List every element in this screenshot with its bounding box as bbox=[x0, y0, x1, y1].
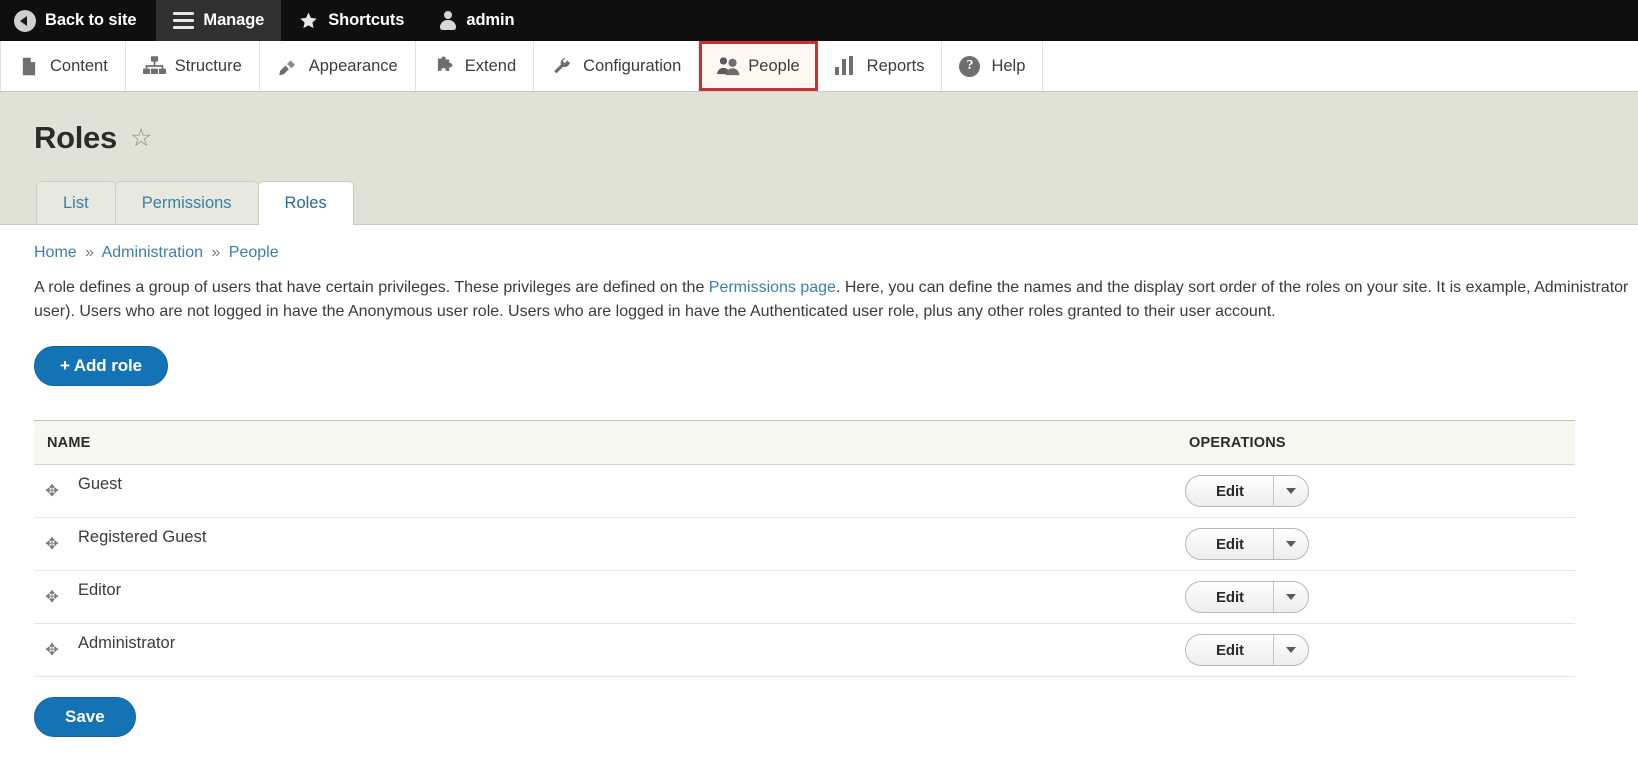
edit-button[interactable]: Edit bbox=[1186, 476, 1274, 506]
chevron-down-icon[interactable] bbox=[1274, 476, 1308, 506]
role-name-cell: ✥ Administrator bbox=[34, 624, 1185, 677]
admin-menu-item-help[interactable]: ? Help bbox=[942, 41, 1043, 91]
roles-table: NAME OPERATIONS ✥ Guest Edit bbox=[34, 420, 1575, 677]
drag-handle-icon[interactable]: ✥ bbox=[37, 640, 67, 660]
table-row: ✥ Editor Edit bbox=[34, 571, 1575, 624]
people-icon bbox=[716, 56, 738, 77]
admin-menu-item-content[interactable]: Content bbox=[0, 41, 126, 91]
table-row: ✥ Guest Edit bbox=[34, 465, 1575, 518]
admin-menu-label: Appearance bbox=[309, 57, 398, 76]
admin-menu-label: Structure bbox=[175, 57, 242, 76]
tab-roles[interactable]: Roles bbox=[258, 181, 354, 225]
role-name-cell: ✥ Guest bbox=[34, 465, 1185, 518]
table-row: ✥ Registered Guest Edit bbox=[34, 518, 1575, 571]
admin-menu-item-people[interactable]: People bbox=[699, 41, 817, 91]
role-operations-cell: Edit bbox=[1185, 624, 1575, 677]
paintbrush-icon bbox=[277, 56, 299, 77]
bar-chart-icon bbox=[835, 56, 857, 77]
drag-handle-icon[interactable]: ✥ bbox=[37, 534, 67, 554]
admin-menu-item-structure[interactable]: Structure bbox=[126, 41, 260, 91]
admin-menu-item-appearance[interactable]: Appearance bbox=[260, 41, 416, 91]
form-actions: Save bbox=[34, 677, 1638, 737]
admin-menu-label: Reports bbox=[867, 57, 925, 76]
wrench-icon bbox=[551, 56, 573, 77]
role-name: Guest bbox=[67, 475, 122, 494]
chevron-down-icon[interactable] bbox=[1274, 529, 1308, 559]
toolbar-manage-label: Manage bbox=[203, 11, 264, 30]
column-header-name: NAME bbox=[34, 421, 1185, 465]
edit-button[interactable]: Edit bbox=[1186, 529, 1274, 559]
breadcrumb-separator: » bbox=[85, 244, 94, 261]
toolbar-item-back-to-site[interactable]: Back to site bbox=[0, 0, 156, 41]
add-role-button[interactable]: + Add role bbox=[34, 346, 168, 386]
save-button[interactable]: Save bbox=[34, 697, 136, 737]
hamburger-icon bbox=[173, 12, 194, 29]
role-operations-cell: Edit bbox=[1185, 571, 1575, 624]
admin-menu-label: Extend bbox=[465, 57, 516, 76]
page-title: Roles bbox=[34, 122, 117, 153]
puzzle-piece-icon bbox=[433, 56, 455, 77]
permissions-page-link[interactable]: Permissions page bbox=[709, 279, 836, 296]
operations-dropbutton: Edit bbox=[1185, 475, 1309, 507]
page-tabs: List Permissions Roles bbox=[34, 181, 1604, 224]
roles-table-body: ✥ Guest Edit ✥ Registered Guest bbox=[34, 465, 1575, 677]
admin-menu-item-extend[interactable]: Extend bbox=[416, 41, 534, 91]
roles-table-head: NAME OPERATIONS bbox=[34, 421, 1575, 465]
tab-list[interactable]: List bbox=[36, 181, 116, 224]
chevron-down-icon[interactable] bbox=[1274, 582, 1308, 612]
description-text-part1: A role defines a group of users that hav… bbox=[34, 279, 709, 296]
role-name-cell: ✥ Editor bbox=[34, 571, 1185, 624]
star-icon bbox=[298, 11, 319, 31]
toolbar-item-shortcuts[interactable]: Shortcuts bbox=[281, 0, 421, 41]
admin-menu-label: Content bbox=[50, 57, 108, 76]
operations-dropbutton: Edit bbox=[1185, 581, 1309, 613]
page-title-row: Roles ☆ bbox=[34, 122, 1604, 153]
breadcrumb: Home » Administration » People bbox=[34, 244, 1638, 262]
role-operations-cell: Edit bbox=[1185, 465, 1575, 518]
operations-dropbutton: Edit bbox=[1185, 634, 1309, 666]
chevron-down-icon[interactable] bbox=[1274, 635, 1308, 665]
table-row: ✥ Administrator Edit bbox=[34, 624, 1575, 677]
admin-toolbar: Back to site Manage Shortcuts admin bbox=[0, 0, 1638, 41]
admin-menu-tray: Content Structure Appearance bbox=[0, 41, 1638, 92]
structure-tree-icon bbox=[143, 56, 165, 77]
edit-button[interactable]: Edit bbox=[1186, 582, 1274, 612]
breadcrumb-link-home[interactable]: Home bbox=[34, 244, 77, 261]
document-icon bbox=[18, 56, 40, 77]
operations-dropbutton: Edit bbox=[1185, 528, 1309, 560]
main-content: Home » Administration » People A role de… bbox=[0, 225, 1638, 737]
tab-permissions[interactable]: Permissions bbox=[115, 181, 259, 224]
edit-button[interactable]: Edit bbox=[1186, 635, 1274, 665]
role-name-cell: ✥ Registered Guest bbox=[34, 518, 1185, 571]
breadcrumb-link-people[interactable]: People bbox=[229, 244, 279, 261]
toolbar-back-label: Back to site bbox=[45, 11, 136, 30]
breadcrumb-link-administration[interactable]: Administration bbox=[102, 244, 203, 261]
table-header-row: NAME OPERATIONS bbox=[34, 421, 1575, 465]
breadcrumb-separator: » bbox=[211, 244, 220, 261]
back-circle-icon bbox=[14, 10, 36, 32]
question-circle-icon: ? bbox=[959, 56, 981, 77]
toolbar-user-label: admin bbox=[466, 11, 514, 30]
admin-menu-item-configuration[interactable]: Configuration bbox=[534, 41, 699, 91]
toolbar-item-user-admin[interactable]: admin bbox=[421, 0, 531, 41]
role-operations-cell: Edit bbox=[1185, 518, 1575, 571]
admin-menu-label: Help bbox=[991, 57, 1025, 76]
column-header-operations: OPERATIONS bbox=[1185, 421, 1575, 465]
admin-menu-label: People bbox=[748, 57, 799, 76]
person-icon bbox=[438, 11, 457, 31]
role-name: Editor bbox=[67, 581, 121, 600]
admin-menu-label: Configuration bbox=[583, 57, 681, 76]
drag-handle-icon[interactable]: ✥ bbox=[37, 587, 67, 607]
bookmark-star-icon[interactable]: ☆ bbox=[130, 126, 152, 151]
role-name: Registered Guest bbox=[67, 528, 206, 547]
toolbar-item-manage[interactable]: Manage bbox=[156, 0, 281, 41]
role-name: Administrator bbox=[67, 634, 175, 653]
toolbar-shortcuts-label: Shortcuts bbox=[328, 11, 404, 30]
drag-handle-icon[interactable]: ✥ bbox=[37, 481, 67, 501]
admin-menu-item-reports[interactable]: Reports bbox=[818, 41, 943, 91]
page-description: A role defines a group of users that hav… bbox=[34, 276, 1638, 324]
page-header: Roles ☆ List Permissions Roles bbox=[0, 92, 1638, 225]
